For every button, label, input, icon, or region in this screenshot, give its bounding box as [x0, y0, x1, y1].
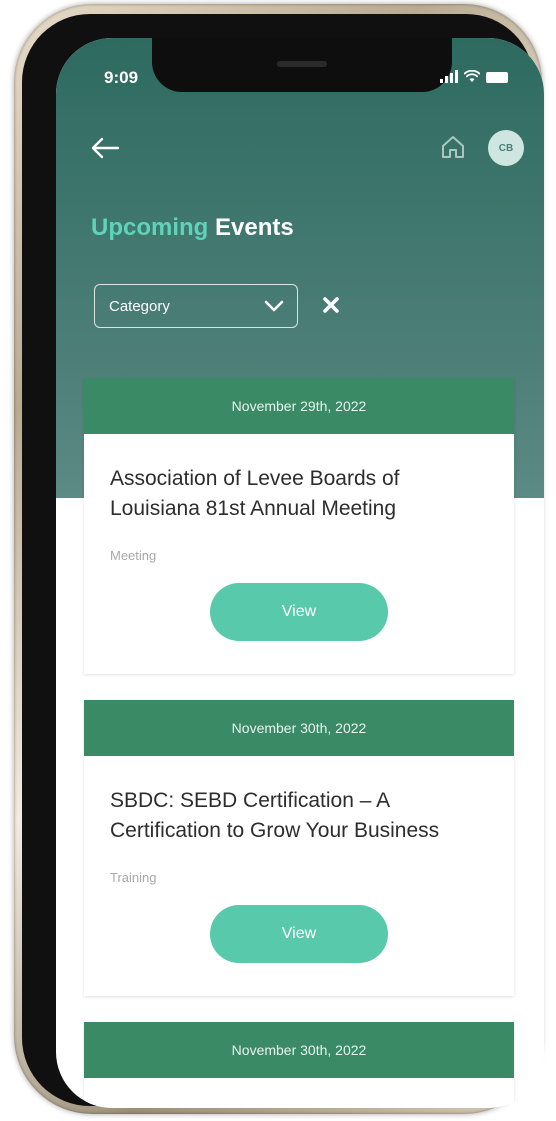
category-dropdown-label: Category — [109, 297, 170, 315]
event-category: Meeting — [110, 548, 157, 563]
event-title[interactable]: Association of Levee Boards of Louisiana… — [84, 464, 514, 524]
event-date: November 30th, 2022 — [84, 1022, 514, 1078]
page-title-accent: Upcoming — [91, 214, 209, 241]
view-event-button[interactable]: View — [210, 905, 388, 963]
page-title: Upcoming Events — [91, 214, 294, 242]
status-time: 9:09 — [104, 68, 139, 87]
category-dropdown[interactable]: Category — [94, 284, 298, 328]
phone-notch — [152, 38, 452, 92]
event-card: November 29th, 2022 Association of Levee… — [84, 378, 514, 674]
phone-bezel: 9:09 CB Upcoming Events Category Novembe… — [22, 14, 544, 1108]
event-card: November 30th, 2022 — [84, 1022, 514, 1108]
view-event-button[interactable]: View — [210, 583, 388, 641]
event-category: Training — [110, 870, 157, 885]
home-icon[interactable] — [440, 134, 466, 160]
back-arrow-icon[interactable] — [90, 136, 120, 160]
chevron-down-icon — [264, 300, 284, 312]
clear-filter-icon[interactable] — [322, 296, 340, 314]
status-icons — [440, 70, 508, 83]
signal-icon — [440, 70, 458, 83]
avatar[interactable]: CB — [488, 130, 524, 166]
event-title[interactable]: SBDC: SEBD Certification – A Certificati… — [84, 786, 514, 846]
event-date: November 29th, 2022 — [84, 378, 514, 434]
event-date: November 30th, 2022 — [84, 700, 514, 756]
app-screen: 9:09 CB Upcoming Events Category Novembe… — [56, 38, 544, 1108]
notch-speaker — [277, 61, 327, 67]
page-title-rest: Events — [208, 214, 294, 241]
battery-icon — [486, 72, 508, 83]
wifi-icon — [464, 70, 480, 82]
event-card: November 30th, 2022 SBDC: SEBD Certifica… — [84, 700, 514, 996]
